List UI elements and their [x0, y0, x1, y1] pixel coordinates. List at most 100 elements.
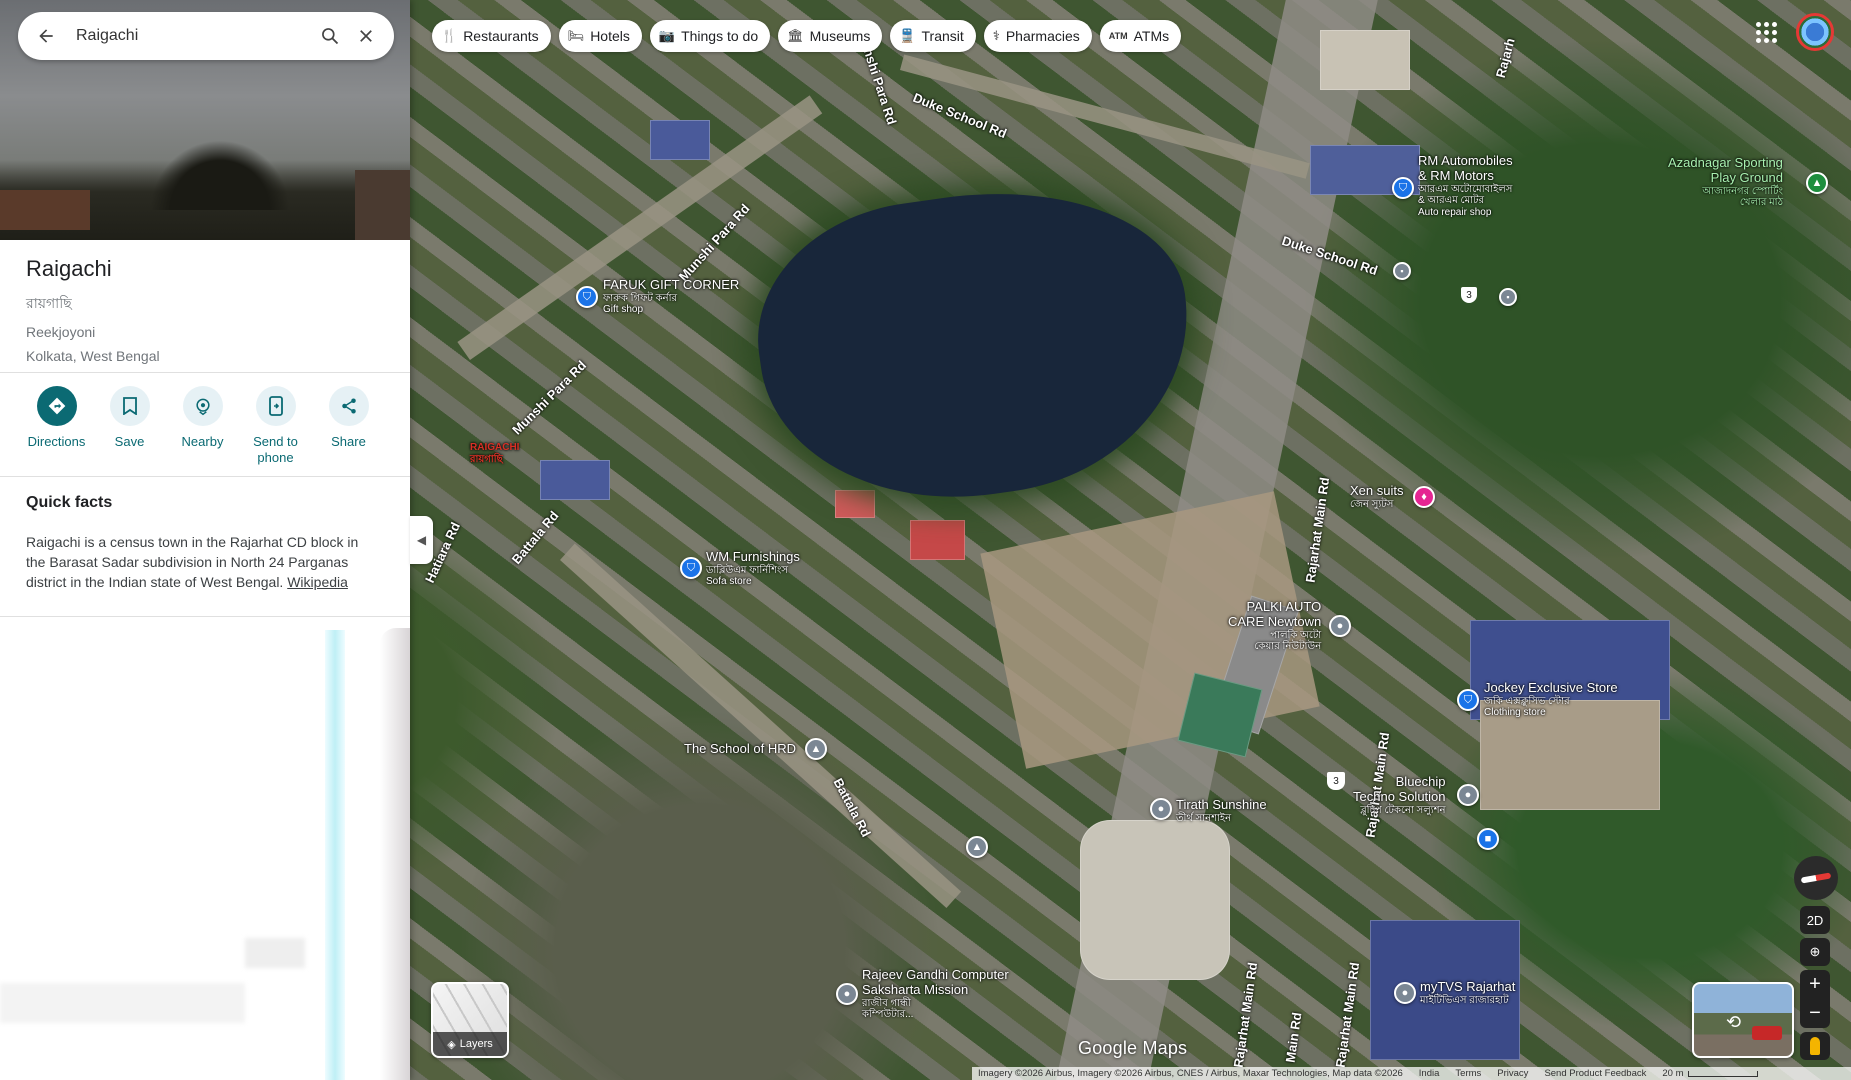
nearby-label: Nearby [181, 434, 224, 449]
wikipedia-link[interactable]: Wikipedia [287, 574, 348, 590]
my-location-button[interactable]: ⊕ [1800, 938, 1830, 966]
service-pin-icon[interactable]: ● [1457, 784, 1479, 806]
bus-stop-icon[interactable]: ▪ [1499, 288, 1517, 306]
place-region: Kolkata, West Bengal [26, 348, 160, 364]
route-shield-icon: 3 [1461, 287, 1477, 303]
chip-label: Transit [921, 28, 964, 44]
route-shield-icon: 3 [1327, 772, 1345, 790]
service-pin-icon[interactable]: ● [1394, 982, 1416, 1004]
place-label-raigachi[interactable]: RAIGACHI রায়গাছি [470, 442, 519, 465]
toggle-2d-button[interactable]: 2D [1800, 906, 1830, 934]
place-header: Raigachi রায়গাছি Reekjoyoni Kolkata, We… [26, 256, 160, 364]
place-label-rajeev-gandhi[interactable]: Rajeev Gandhi Computer Saksharta Mission… [862, 967, 1009, 1021]
briefcase-pin-icon[interactable]: ■ [1477, 828, 1499, 850]
placeholder-shape [325, 630, 345, 1080]
place-locality: Reekjoyoni [26, 324, 96, 340]
place-label-azadnagar[interactable]: Azadnagar Sporting Play Ground আজাদনগর স… [1668, 155, 1783, 209]
compass-button[interactable] [1794, 856, 1838, 900]
directions-button[interactable]: Directions [20, 386, 93, 467]
school-pin-icon[interactable]: ▲ [966, 836, 988, 858]
quick-facts: Quick facts Raigachi is a census town in… [26, 494, 376, 592]
road-label: Rajarhat Main Rd [1230, 961, 1261, 1069]
place-label-jockey[interactable]: Jockey Exclusive Store জকি এক্সক্লুসিভ স… [1484, 680, 1618, 719]
account-avatar[interactable] [1796, 13, 1834, 51]
chip-pharmacies[interactable]: ⚕ Pharmacies [983, 20, 1092, 52]
zoom-out-button[interactable]: − [1800, 999, 1830, 1028]
clothing-pin-icon[interactable]: ♦ [1413, 486, 1435, 508]
chip-things-to-do[interactable]: 📷 Things to do [649, 20, 771, 52]
zoom-in-button[interactable]: + [1800, 970, 1830, 999]
road-label: Rajarhat Main Rd [1302, 476, 1333, 584]
service-pin-icon[interactable]: ● [836, 983, 858, 1005]
place-native-name: রায়গাছি [26, 295, 72, 311]
chip-atms[interactable]: ATM ATMs [1099, 20, 1182, 52]
service-pin-icon[interactable]: ● [1329, 615, 1351, 637]
terms-link[interactable]: Terms [1455, 1068, 1481, 1079]
chip-label: Hotels [590, 28, 630, 44]
save-button[interactable]: Save [93, 386, 166, 467]
shopping-pin-icon[interactable]: ⛉ [1392, 177, 1414, 199]
camera-icon: 📷 [658, 28, 676, 43]
shopping-pin-icon[interactable]: ⛉ [1457, 689, 1479, 711]
directions-label: Directions [27, 434, 86, 449]
bus-stop-icon[interactable]: ▪ [1393, 262, 1411, 280]
chip-transit[interactable]: 🚆 Transit [890, 20, 976, 52]
shopping-pin-icon[interactable]: ⛉ [680, 557, 702, 579]
country-link[interactable]: India [1419, 1068, 1440, 1079]
shopping-pin-icon[interactable]: ⛉ [576, 286, 598, 308]
train-icon: 🚆 [899, 28, 916, 43]
place-label-bluechip[interactable]: Bluechip Techno Solution ব্লুচিপ টেকনো স… [1353, 774, 1446, 816]
place-panel: Raigachi রায়গাছি Reekjoyoni Kolkata, We… [0, 0, 410, 1080]
map-footer: Imagery ©2026 Airbus, Imagery ©2026 Airb… [972, 1067, 1851, 1080]
service-pin-icon[interactable]: ● [1150, 798, 1172, 820]
scale-bar[interactable]: 20 m [1662, 1068, 1758, 1079]
privacy-link[interactable]: Privacy [1497, 1068, 1528, 1079]
zoom-controls: + − [1800, 970, 1830, 1028]
divider [0, 372, 410, 373]
chip-hotels[interactable]: 🛏 Hotels [558, 20, 642, 52]
place-label-tirath-sunshine[interactable]: Tirath Sunshine তীর্থ সানশাইন [1176, 797, 1267, 824]
google-apps-icon[interactable] [1752, 18, 1780, 46]
pharmacy-icon: ⚕ [992, 28, 1000, 43]
feedback-link[interactable]: Send Product Feedback [1544, 1068, 1646, 1079]
chip-restaurants[interactable]: 🍴 Restaurants [432, 20, 551, 52]
chip-label: Museums [809, 28, 871, 44]
chip-label: Things to do [681, 28, 759, 44]
send-to-phone-icon [255, 386, 296, 426]
place-label-xen-suits[interactable]: Xen suits জেন স্যুটস [1350, 483, 1403, 510]
place-label-palki-auto[interactable]: PALKI AUTO CARE Newtown পালকি অটো কেয়ার… [1228, 599, 1321, 653]
place-label-rm-automobiles[interactable]: RM Automobiles & RM Motors আরএম অটোমোবাই… [1418, 153, 1513, 218]
back-arrow-icon[interactable] [28, 18, 64, 54]
place-label-faruk-gift-corner[interactable]: FARUK GIFT CORNER ফারুক গিফট কর্নার Gift… [603, 277, 739, 316]
photo-building [355, 170, 410, 240]
chip-museums[interactable]: 🏛 Museums [778, 20, 883, 52]
scale-label: 20 m [1662, 1068, 1684, 1079]
road-label: Munshi Para Rd [675, 200, 753, 285]
school-pin-icon[interactable]: ▲ [805, 738, 827, 760]
close-icon[interactable] [348, 18, 384, 54]
place-label-school-hrd[interactable]: The School of HRD [684, 741, 796, 757]
pegman-icon[interactable] [1800, 1032, 1830, 1060]
loading-placeholder [0, 618, 410, 1080]
park-pin-icon[interactable]: ▲ [1806, 172, 1828, 194]
place-label-mytvs[interactable]: myTVS Rajarhat মাইটিভিএস রাজারহাট [1420, 979, 1515, 1006]
layers-button[interactable]: ◈ Layers [431, 982, 509, 1058]
road-label: Duke School Rd [910, 89, 1009, 142]
street-view-thumbnail[interactable]: ⟲ [1692, 982, 1794, 1058]
street-view-car [1752, 1026, 1782, 1040]
chip-label: ATMs [1133, 28, 1170, 44]
directions-icon [36, 386, 77, 426]
search-input[interactable] [64, 27, 312, 45]
photo-building [0, 190, 90, 230]
building [910, 520, 965, 560]
share-label: Share [331, 434, 366, 449]
share-button[interactable]: Share [312, 386, 385, 467]
atm-icon: ATM [1108, 31, 1128, 41]
search-icon[interactable] [312, 18, 348, 54]
nearby-button[interactable]: Nearby [166, 386, 239, 467]
bookmark-icon [109, 386, 150, 426]
imagery-attribution: Imagery ©2026 Airbus, Imagery ©2026 Airb… [978, 1068, 1403, 1079]
place-label-wm-furnishings[interactable]: WM Furnishings ডাব্লিউএম ফার্নিশিংস Sofa… [706, 549, 800, 588]
send-to-phone-button[interactable]: Send to phone [239, 386, 312, 467]
collapse-panel-button[interactable]: ◀ [410, 516, 433, 564]
